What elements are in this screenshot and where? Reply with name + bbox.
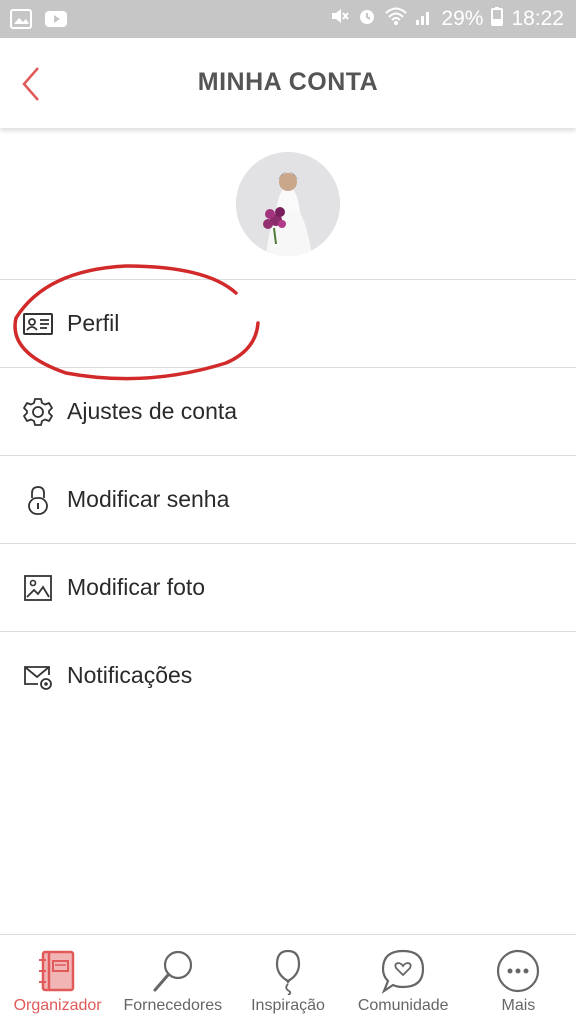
nav-label: Mais xyxy=(501,997,536,1014)
balloon-icon xyxy=(275,949,301,995)
notebook-icon xyxy=(38,950,74,992)
chat-heart-icon xyxy=(381,949,425,994)
app-header: MINHA CONTA xyxy=(0,38,576,128)
clock: 18:22 xyxy=(511,7,564,30)
battery-icon xyxy=(491,6,504,32)
menu-item-label: Modificar senha xyxy=(67,486,230,512)
nav-label: Organizador xyxy=(13,997,102,1014)
menu-item-notificacoes[interactable]: Notificações xyxy=(0,631,576,719)
account-menu: Perfil Ajustes de conta Modificar senha … xyxy=(0,279,576,719)
bottom-navigation: Organizador Fornecedores Inspiração Comu… xyxy=(0,934,576,1025)
menu-item-modificar-foto[interactable]: Modificar foto xyxy=(0,543,576,631)
menu-item-label: Perfil xyxy=(67,310,120,336)
gallery-notification-icon xyxy=(10,9,32,34)
magnifier-icon xyxy=(153,950,192,992)
image-icon xyxy=(24,574,52,601)
more-dots-icon xyxy=(497,949,540,993)
gear-icon xyxy=(23,397,53,426)
nav-label: Inspiração xyxy=(251,997,325,1014)
signal-icon xyxy=(415,6,433,32)
nav-label: Fornecedores xyxy=(123,997,223,1014)
youtube-notification-icon xyxy=(44,9,68,34)
nav-label: Comunidade xyxy=(357,997,449,1014)
mail-gear-icon xyxy=(24,665,52,690)
menu-item-perfil[interactable]: Perfil xyxy=(0,279,576,367)
alarm-icon xyxy=(357,6,377,32)
avatar[interactable] xyxy=(236,152,340,256)
profile-card-icon xyxy=(23,312,53,335)
nav-mais[interactable]: Mais xyxy=(461,935,576,1025)
lock-icon xyxy=(28,485,48,515)
nav-inspiracao[interactable]: Inspiração xyxy=(230,935,345,1025)
nav-fornecedores[interactable]: Fornecedores xyxy=(115,935,230,1025)
menu-item-label: Ajustes de conta xyxy=(67,398,238,424)
bride-photo xyxy=(236,152,340,256)
nav-comunidade[interactable]: Comunidade xyxy=(346,935,461,1025)
menu-item-modificar-senha[interactable]: Modificar senha xyxy=(0,455,576,543)
menu-item-label: Modificar foto xyxy=(67,574,206,600)
page-title: MINHA CONTA xyxy=(197,68,379,96)
mute-icon xyxy=(329,6,350,32)
battery-percentage: 29% xyxy=(441,7,484,30)
wifi-icon xyxy=(385,6,408,32)
menu-item-ajustes-de-conta[interactable]: Ajustes de conta xyxy=(0,367,576,455)
menu-item-label: Notificações xyxy=(67,662,193,688)
nav-organizador[interactable]: Organizador xyxy=(0,935,115,1025)
status-bar: 29% 18:22 xyxy=(0,0,576,38)
